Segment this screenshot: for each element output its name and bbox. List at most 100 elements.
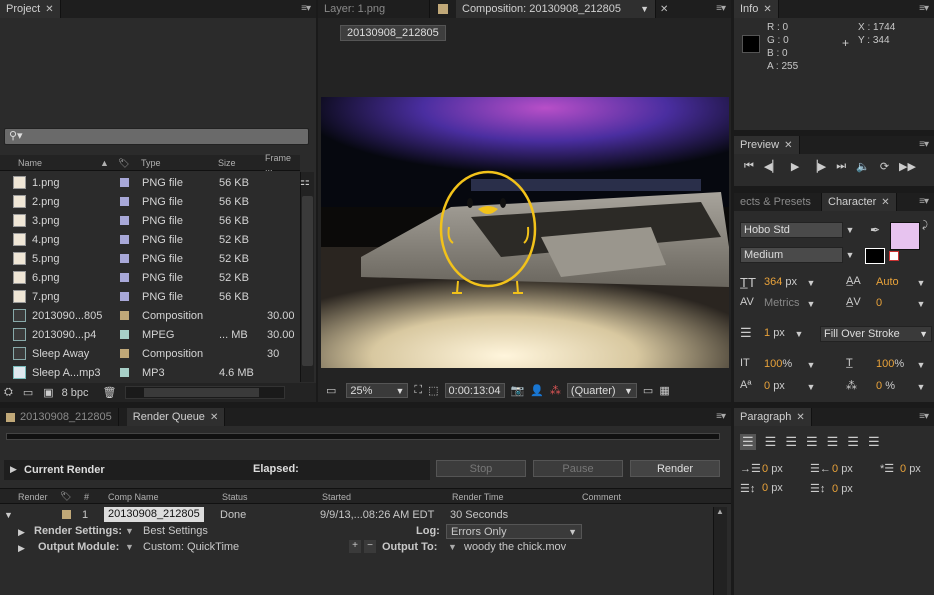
item-label-swatch[interactable] — [120, 178, 129, 187]
project-scrollbar[interactable] — [300, 172, 314, 382]
project-list-item[interactable]: 5.png PNG file 52 KB — [0, 249, 300, 268]
tab-timeline[interactable]: 20130908_212805 — [0, 408, 119, 426]
expand-output-module-icon[interactable]: ▶ — [18, 543, 25, 554]
output-module-value[interactable]: Custom: QuickTime — [143, 541, 239, 553]
horizontal-scale-value[interactable]: 100% — [876, 358, 904, 370]
loop-icon[interactable]: ⟳ — [880, 160, 889, 173]
no-color-swatch[interactable] — [889, 251, 899, 261]
font-style-dropdown[interactable]: Medium — [740, 247, 843, 263]
tracking-arrow[interactable]: ▼ — [914, 296, 928, 312]
next-frame-icon[interactable]: ▕▶ — [809, 160, 826, 173]
trash-icon[interactable]: 🗑 — [103, 386, 117, 399]
close-icon[interactable]: ✕ — [763, 4, 771, 15]
vertical-scale-value[interactable]: 100% — [764, 358, 792, 370]
expand-render-settings-icon[interactable]: ▶ — [18, 527, 25, 538]
column-size[interactable]: Size — [218, 155, 236, 171]
new-folder-icon[interactable]: ▭ — [23, 386, 33, 399]
project-list-item[interactable]: 7.png PNG file 56 KB — [0, 287, 300, 306]
channels-icon[interactable]: ⁂ — [550, 384, 561, 397]
column-comment[interactable]: Comment — [582, 492, 621, 502]
item-label-swatch[interactable] — [120, 330, 129, 339]
close-icon[interactable]: ✕ — [45, 4, 53, 15]
font-style-arrow[interactable]: ▼ — [843, 247, 857, 263]
stop-button[interactable]: Stop — [436, 460, 526, 477]
show-snapshot-icon[interactable]: 👤 — [530, 384, 544, 397]
project-list-item[interactable]: 6.png PNG file 52 KB — [0, 268, 300, 287]
item-label-swatch[interactable] — [120, 349, 129, 358]
font-family-dropdown[interactable]: Hobo Std — [740, 222, 843, 238]
project-list-item[interactable]: 1.png PNG file 56 KB — [0, 173, 300, 192]
add-output-module-icon[interactable]: + — [349, 540, 361, 553]
render-settings-dropdown-icon[interactable]: ▼ — [125, 526, 134, 536]
tab-composition[interactable]: Composition: 20130908_212805 ▼ — [456, 0, 656, 18]
project-search-input[interactable]: ⚲▾ — [4, 128, 309, 145]
tab-paragraph[interactable]: Paragraph ✕ — [734, 408, 812, 426]
indent-left-value[interactable]: 0 px — [762, 463, 783, 475]
justify-right-icon[interactable]: ☰ — [847, 434, 859, 450]
camera-icon[interactable]: 📷 — [511, 384, 525, 397]
expand-item-icon[interactable]: ▼ — [4, 510, 13, 520]
leading-arrow[interactable]: ▼ — [914, 275, 928, 291]
kerning-arrow[interactable]: ▼ — [804, 296, 818, 312]
panel-menu-icon[interactable]: ≡▾ — [716, 3, 726, 14]
project-list-item[interactable]: 2013090...p4 MPEG ... MB 30.00 — [0, 325, 300, 344]
tab-project[interactable]: Project ✕ — [0, 0, 61, 18]
column-render-time[interactable]: Render Time — [452, 492, 504, 502]
panel-menu-icon[interactable]: ≡▾ — [919, 3, 929, 14]
output-to-dropdown-icon[interactable]: ▼ — [448, 542, 457, 552]
panel-menu-icon[interactable]: ≡▾ — [919, 411, 929, 422]
panel-menu-icon[interactable]: ≡▾ — [716, 411, 726, 422]
remove-output-module-icon[interactable]: − — [364, 540, 376, 553]
horizontal-scale-arrow[interactable]: ▼ — [914, 357, 928, 373]
composition-canvas[interactable] — [321, 97, 729, 368]
comp-name-tag[interactable]: 20130908_212805 — [340, 25, 446, 41]
panel-menu-icon[interactable]: ≡▾ — [919, 139, 929, 150]
stroke-width-value[interactable]: 1 px — [764, 327, 785, 339]
baseline-shift-value[interactable]: 0 px — [764, 380, 785, 392]
tsume-arrow[interactable]: ▼ — [914, 379, 928, 395]
panel-menu-icon[interactable]: ≡▾ — [301, 3, 311, 14]
tab-effects-presets[interactable]: ects & Presets — [734, 193, 822, 211]
item-label-swatch[interactable] — [120, 368, 129, 377]
vertical-scale-arrow[interactable]: ▼ — [804, 357, 818, 373]
baseline-shift-arrow[interactable]: ▼ — [804, 379, 818, 395]
stroke-width-arrow[interactable]: ▼ — [792, 326, 806, 342]
output-module-dropdown-icon[interactable]: ▼ — [125, 542, 134, 552]
column-render[interactable]: Render — [18, 492, 48, 502]
safe-zones-icon[interactable]: ⬚ — [428, 384, 438, 397]
close-icon[interactable]: ✕ — [796, 412, 804, 423]
lock-icon[interactable] — [438, 4, 448, 14]
space-after-value[interactable]: 0 px — [832, 483, 853, 495]
space-before-value[interactable]: 0 px — [762, 482, 783, 494]
tab-info[interactable]: Info ✕ — [734, 0, 779, 18]
justify-left-icon[interactable]: ☰ — [806, 434, 818, 450]
project-list-item[interactable]: 4.png PNG file 52 KB — [0, 230, 300, 249]
column-comp-name[interactable]: Comp Name — [108, 492, 159, 502]
item-label-swatch[interactable] — [120, 273, 129, 282]
close-icon[interactable]: ✕ — [784, 140, 792, 151]
audio-icon[interactable]: 🔈 — [856, 160, 870, 173]
justify-center-icon[interactable]: ☰ — [827, 434, 839, 450]
tracking-value[interactable]: 0 — [876, 297, 882, 309]
close-icon[interactable]: ✕ — [660, 4, 668, 15]
bit-depth-label[interactable]: 8 bpc — [62, 387, 89, 399]
fit-icon[interactable]: ⛶ — [414, 384, 422, 397]
log-dropdown[interactable]: Errors Only ▼ — [446, 524, 582, 539]
leading-value[interactable]: Auto — [876, 276, 899, 288]
item-label-swatch[interactable] — [120, 235, 129, 244]
render-button[interactable]: Render — [630, 460, 720, 477]
render-settings-value[interactable]: Best Settings — [143, 525, 208, 537]
timecode-display[interactable]: 0:00:13:04 — [444, 383, 505, 398]
panel-menu-icon[interactable]: ≡▾ — [919, 196, 929, 207]
stroke-type-dropdown[interactable]: Fill Over Stroke ▼ — [820, 326, 932, 342]
interpret-footage-icon[interactable]: ⛭ — [4, 386, 13, 399]
close-icon[interactable]: ✕ — [881, 197, 889, 208]
output-to-value[interactable]: woody the chick.mov — [464, 541, 566, 553]
zoom-dropdown[interactable]: 25% ▼ — [346, 383, 409, 398]
font-size-arrow[interactable]: ▼ — [804, 275, 818, 291]
eyedropper-icon[interactable]: ✒ — [870, 223, 880, 237]
pause-button[interactable]: Pause — [533, 460, 623, 477]
project-list-item[interactable]: Sleep Away Composition 30 — [0, 344, 300, 363]
indent-right-value[interactable]: 0 px — [832, 463, 853, 475]
item-label-swatch[interactable] — [120, 292, 129, 301]
